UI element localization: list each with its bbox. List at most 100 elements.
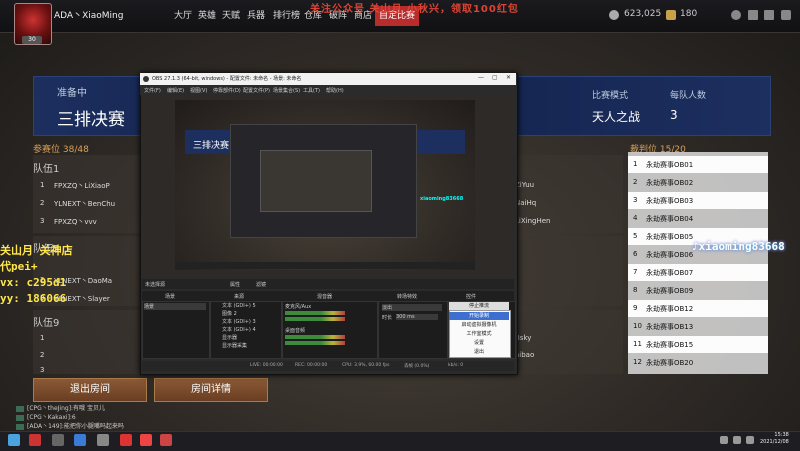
leave-room-button[interactable]: 退出房间 [33,378,147,402]
maximize-icon[interactable]: ▢ [492,74,498,81]
judge-num: 9 [633,304,638,312]
judge-num: 3 [633,196,638,204]
menu-edit[interactable]: 编辑(E) [167,87,184,94]
menu-profile[interactable]: 配置文件(P) [243,87,270,94]
game-app-icon[interactable] [29,434,41,446]
preview-nested-preview [260,150,372,212]
mixer-desktop-label: 桌面音频 [285,328,306,334]
room-title: 三排决赛 [57,110,125,130]
nav-heroes[interactable]: 英雄 [194,6,220,26]
nav-rankings[interactable]: 排行榜 [269,6,304,26]
coin-count: 623,025 [624,9,662,19]
judge-row[interactable]: 8 永劫赛事OB09 [628,282,768,299]
nav-lobby[interactable]: 大厅 [170,6,196,26]
player-num: 3 [40,217,45,225]
judge-name: 永劫赛事OB13 [646,323,694,331]
judge-row[interactable]: 7 永劫赛事OB07 [628,264,768,281]
username: ADA丶XiaoMing [54,11,124,21]
menu-help[interactable]: 帮助(H) [326,87,344,94]
judge-row[interactable]: 3 永劫赛事OB03 [628,192,768,209]
app-icon[interactable] [160,434,172,446]
coin-icon [609,10,619,20]
menu-docks[interactable]: 停靠部件(D) [213,87,241,94]
app-icon[interactable] [52,434,64,446]
menu-view[interactable]: 视图(V) [190,87,207,94]
menu-icon[interactable] [764,10,774,20]
chat-channel-icon [16,405,24,412]
judge-row[interactable]: 11 永劫赛事OB15 [628,336,768,353]
menu-file[interactable]: 文件(F) [144,87,161,94]
transition-select[interactable]: 淡出 [382,304,442,311]
judge-name: 永劫赛事OB07 [646,269,694,277]
dock-scenes-header: 场景 [165,294,176,300]
input-method-icon[interactable] [746,436,754,444]
app-icon[interactable] [120,434,132,446]
mic-meter [285,311,345,315]
chat-channel-icon [16,414,24,421]
menu-tools[interactable]: 工具(T) [303,87,320,94]
duration-input[interactable]: 300 ms [396,314,438,320]
source-item[interactable]: 显示器采集 [222,342,247,349]
player-name-right: NaiHq [515,199,537,207]
network-icon[interactable] [720,436,728,444]
room-details-button[interactable]: 房间详情 [154,378,268,402]
judge-name: 永劫赛事OB15 [646,341,694,349]
settings-button[interactable]: 设置 [449,339,509,347]
close-icon[interactable]: ✕ [506,74,511,81]
no-source-label: 未选择源 [145,282,166,288]
source-item[interactable]: 图像 2 [222,310,237,317]
scene-item[interactable]: 场景 [144,303,206,310]
judge-name: 永劫赛事OB04 [646,215,694,223]
desktop-meter [285,335,345,339]
judge-num: 8 [633,286,638,294]
dock-controls-header: 控件 [466,294,477,300]
judge-name: 永劫赛事OB03 [646,197,694,205]
minimize-icon[interactable]: — [478,74,484,81]
nav-talents[interactable]: 天赋 [218,6,244,26]
filters-button[interactable]: 滤镜 [256,281,266,288]
exit-button[interactable]: 退出 [449,348,509,356]
source-item[interactable]: 文本 (GDI+) 3 [222,318,256,325]
obs-logo-icon [143,76,149,82]
judge-row[interactable]: 1 永劫赛事OB01 [628,156,768,173]
start-icon[interactable] [8,434,20,446]
mail-icon[interactable] [748,10,758,20]
menu-scene-collection[interactable]: 场景集合(S) [273,87,300,94]
source-item[interactable]: 文本 (GDI+) 4 [222,326,256,333]
player-name[interactable]: YLNEXT丶BenChu [54,199,115,209]
volume-icon[interactable] [733,436,741,444]
obs-app-icon[interactable] [97,434,109,446]
judge-row[interactable]: 10 永劫赛事OB13 [628,318,768,335]
judge-row[interactable]: 12 永劫赛事OB20 [628,354,768,371]
judge-row[interactable]: 4 永劫赛事OB04 [628,210,768,227]
player-name-right: LiXingHen [515,217,551,225]
judge-row[interactable]: 9 永劫赛事OB12 [628,300,768,317]
level-badge: 30 [22,36,42,44]
app-icon[interactable] [140,434,152,446]
virtual-camera-button[interactable]: 启动虚拟摄像机 [449,321,509,329]
nav-weapons[interactable]: 兵器 [243,6,269,26]
chat-line: [ADA丶149]:能把你小腿嘴吗起来吗 [16,421,124,430]
help-icon[interactable] [731,10,741,20]
player-name[interactable]: FPXZQ丶vvv [54,217,97,227]
desktop-meter [285,341,345,345]
slots-count: 参赛位 38/48 [33,145,89,155]
stop-streaming-button[interactable]: 停止推流 [449,302,509,310]
judge-name: 永劫赛事OB20 [646,359,694,367]
studio-mode-button[interactable]: 工作室模式 [449,330,509,338]
tiktok-id: xiaoming83668 [698,240,785,253]
judge-num: 2 [633,178,638,186]
start-recording-button[interactable]: 开始录制 [449,312,509,320]
properties-button[interactable]: 属性 [230,281,240,288]
judge-num: 10 [633,322,642,330]
app-icon[interactable] [74,434,86,446]
player-name[interactable]: FPXZQ丶LiXiaoP [54,181,110,191]
settings-icon[interactable] [781,10,791,20]
judge-name: 永劫赛事OB06 [646,251,694,259]
clock[interactable]: 15:38 2021/12/08 [760,432,789,446]
team-name: 队伍9 [33,318,60,329]
judge-num: 11 [633,340,642,348]
source-item[interactable]: 显示器 [222,334,237,341]
judge-row[interactable]: 2 永劫赛事OB02 [628,174,768,191]
source-item[interactable]: 文本 (GDI+) 5 [222,302,256,309]
